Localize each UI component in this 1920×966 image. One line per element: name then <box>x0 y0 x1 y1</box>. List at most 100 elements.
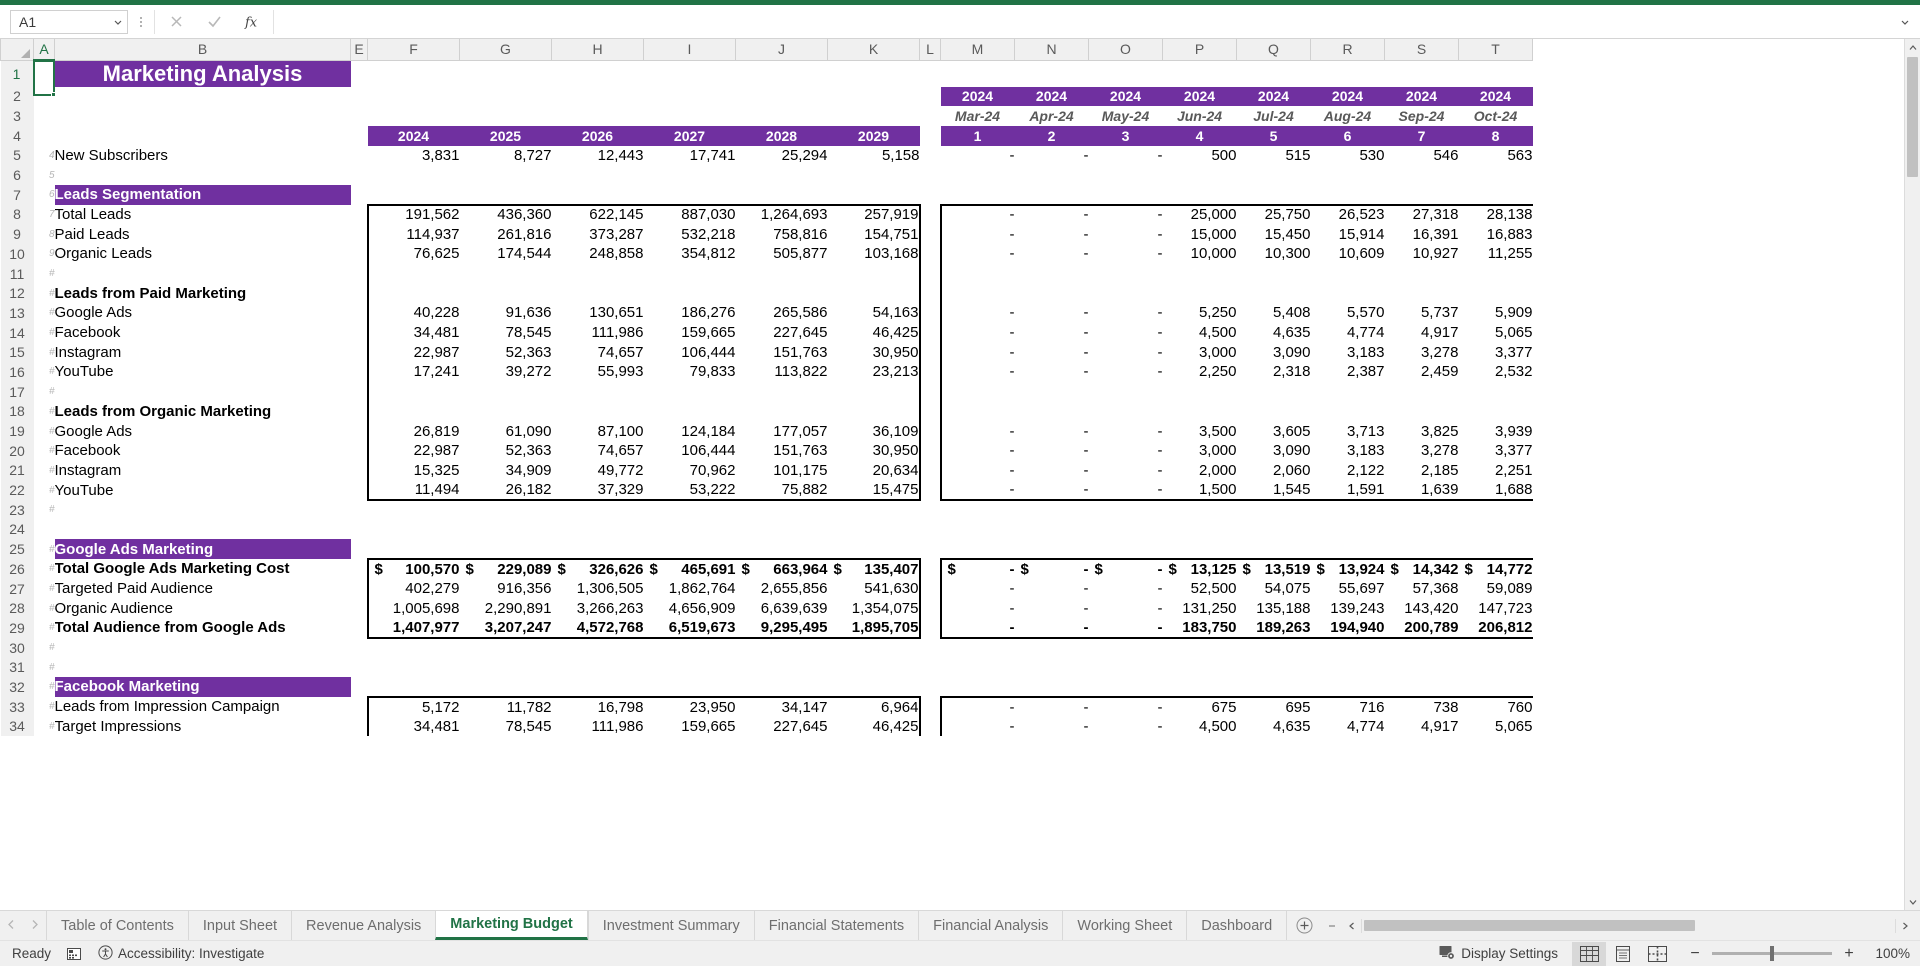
cell-j12[interactable] <box>736 283 828 303</box>
cell-k32[interactable] <box>828 677 920 697</box>
month-number-6[interactable]: 6 <box>1310 125 1385 146</box>
cell-m5[interactable]: - <box>941 146 1015 166</box>
cell-e22[interactable] <box>351 480 368 500</box>
cell-b10[interactable]: Organic Leads <box>55 244 351 264</box>
cell-g25[interactable] <box>460 539 552 559</box>
cell-j8[interactable]: 1,264,693 <box>735 203 828 225</box>
cell-f6[interactable] <box>368 165 460 185</box>
cell-j20[interactable]: 151,763 <box>736 441 827 461</box>
cell-a4[interactable] <box>34 126 55 146</box>
cell-t34[interactable]: 5,065 <box>1459 717 1533 737</box>
cell-n10[interactable]: - <box>1015 244 1089 264</box>
cell-f22[interactable]: 11,494 <box>366 480 460 501</box>
cell-i30[interactable] <box>644 638 736 658</box>
cell-j22[interactable]: 75,882 <box>735 480 828 501</box>
cell-s11[interactable] <box>1385 264 1459 284</box>
cell-t25[interactable] <box>1459 539 1533 559</box>
cell-s31[interactable] <box>1385 657 1459 677</box>
cell-t28[interactable]: 147,723 <box>1459 598 1532 618</box>
page-title[interactable]: Marketing Analysis <box>54 60 351 87</box>
cell-p14[interactable]: 4,500 <box>1163 323 1237 343</box>
cell-l6[interactable] <box>920 165 941 185</box>
column-header-k[interactable]: K <box>827 39 920 61</box>
sheet-tab-financial-statements[interactable]: Financial Statements <box>753 911 919 940</box>
cell-i29[interactable]: 6,519,673 <box>643 618 736 639</box>
cell-m6[interactable] <box>941 165 1015 185</box>
cell-e15[interactable] <box>351 342 368 362</box>
cell-k21[interactable]: 20,634 <box>827 460 921 481</box>
cell-e32[interactable] <box>351 677 368 697</box>
cell-j7[interactable] <box>736 185 828 205</box>
month-label-5[interactable]: Aug-24 <box>1311 106 1385 126</box>
cell-k26[interactable]: $135,407 <box>827 558 921 579</box>
cell-p26[interactable]: $13,125 <box>1162 558 1237 579</box>
cell-m29[interactable]: - <box>939 618 1015 639</box>
formula-input[interactable] <box>280 9 1892 34</box>
zoom-control[interactable]: − + 100% <box>1674 945 1910 963</box>
row-header-5[interactable]: 5 <box>0 145 34 166</box>
cell-r5[interactable]: 530 <box>1311 146 1384 166</box>
cell-j28[interactable]: 6,639,639 <box>736 598 828 618</box>
cell-n23[interactable] <box>1015 500 1089 520</box>
cell-s25[interactable] <box>1385 539 1459 559</box>
cell-a25[interactable]: # <box>34 539 55 559</box>
cell-k22[interactable]: 15,475 <box>827 480 921 501</box>
cell-f14[interactable]: 34,481 <box>366 322 460 343</box>
year-header-2026[interactable]: 2026 <box>551 125 644 146</box>
cell-t17[interactable] <box>1459 382 1533 402</box>
sheet-tab-investment-summary[interactable]: Investment Summary <box>587 911 754 940</box>
cell-r12[interactable] <box>1311 283 1385 303</box>
month-number-5[interactable]: 5 <box>1236 125 1311 146</box>
cell-o25[interactable] <box>1089 539 1163 559</box>
cell-o22[interactable]: - <box>1088 480 1163 501</box>
cell-p17[interactable] <box>1163 382 1237 402</box>
cell-s28[interactable]: 143,420 <box>1385 598 1458 618</box>
cancel-icon[interactable] <box>157 10 195 34</box>
cell-q9[interactable]: 15,450 <box>1237 224 1311 244</box>
cell-g1[interactable] <box>460 60 552 87</box>
cell-l32[interactable] <box>920 677 941 697</box>
cell-o31[interactable] <box>1089 657 1163 677</box>
worksheet-grid[interactable]: A B E F G H I J K L M N O P Q R S T 1 Marketing Analysis 2 20… <box>0 39 1920 910</box>
cell-h26[interactable]: $326,626 <box>551 558 644 579</box>
cell-q8[interactable]: 25,750 <box>1236 203 1311 225</box>
row-header-20[interactable]: 20 <box>0 440 34 461</box>
tab-prev-icon[interactable] <box>6 919 16 932</box>
cell-p10[interactable]: 10,000 <box>1163 244 1237 264</box>
cell-e17[interactable] <box>351 382 368 402</box>
cell-p29[interactable]: 183,750 <box>1162 618 1237 639</box>
cell-h31[interactable] <box>552 657 644 677</box>
cell-j25[interactable] <box>736 539 828 559</box>
section-header-7[interactable]: Leads Segmentation <box>54 184 351 205</box>
cell-k25[interactable] <box>828 539 920 559</box>
row-header-23[interactable]: 23 <box>0 499 34 520</box>
cell-f23[interactable] <box>368 500 460 520</box>
cell-s7[interactable] <box>1385 185 1459 205</box>
cell-a5[interactable]: 4 <box>34 146 55 166</box>
cell-k3[interactable] <box>828 106 920 126</box>
cell-p9[interactable]: 15,000 <box>1163 224 1237 244</box>
month-year-header-0[interactable]: 2024 <box>940 86 1015 107</box>
cell-r9[interactable]: 15,914 <box>1311 224 1385 244</box>
cell-s12[interactable] <box>1385 283 1459 303</box>
cell-s6[interactable] <box>1385 165 1459 185</box>
cell-o12[interactable] <box>1089 283 1163 303</box>
cell-l21[interactable] <box>920 461 941 481</box>
cell-g14[interactable]: 78,545 <box>460 323 552 343</box>
column-header-p[interactable]: P <box>1162 39 1237 61</box>
cell-t19[interactable]: 3,939 <box>1459 421 1533 441</box>
cell-g32[interactable] <box>460 677 552 697</box>
cell-r16[interactable]: 2,387 <box>1311 362 1385 382</box>
cell-o28[interactable]: - <box>1089 598 1163 618</box>
cell-j27[interactable]: 2,655,856 <box>736 579 828 599</box>
month-number-1[interactable]: 1 <box>940 125 1015 146</box>
cell-b6[interactable] <box>55 165 351 185</box>
year-header-2028[interactable]: 2028 <box>735 125 828 146</box>
cell-m15[interactable]: - <box>939 342 1015 363</box>
cell-p15[interactable]: 3,000 <box>1163 342 1237 362</box>
cell-m11[interactable] <box>939 263 1015 284</box>
cell-t26[interactable]: $14,772 <box>1458 558 1533 579</box>
name-box[interactable]: A1 <box>10 9 128 34</box>
cell-t29[interactable]: 206,812 <box>1458 618 1533 639</box>
cell-e12[interactable] <box>351 283 368 303</box>
